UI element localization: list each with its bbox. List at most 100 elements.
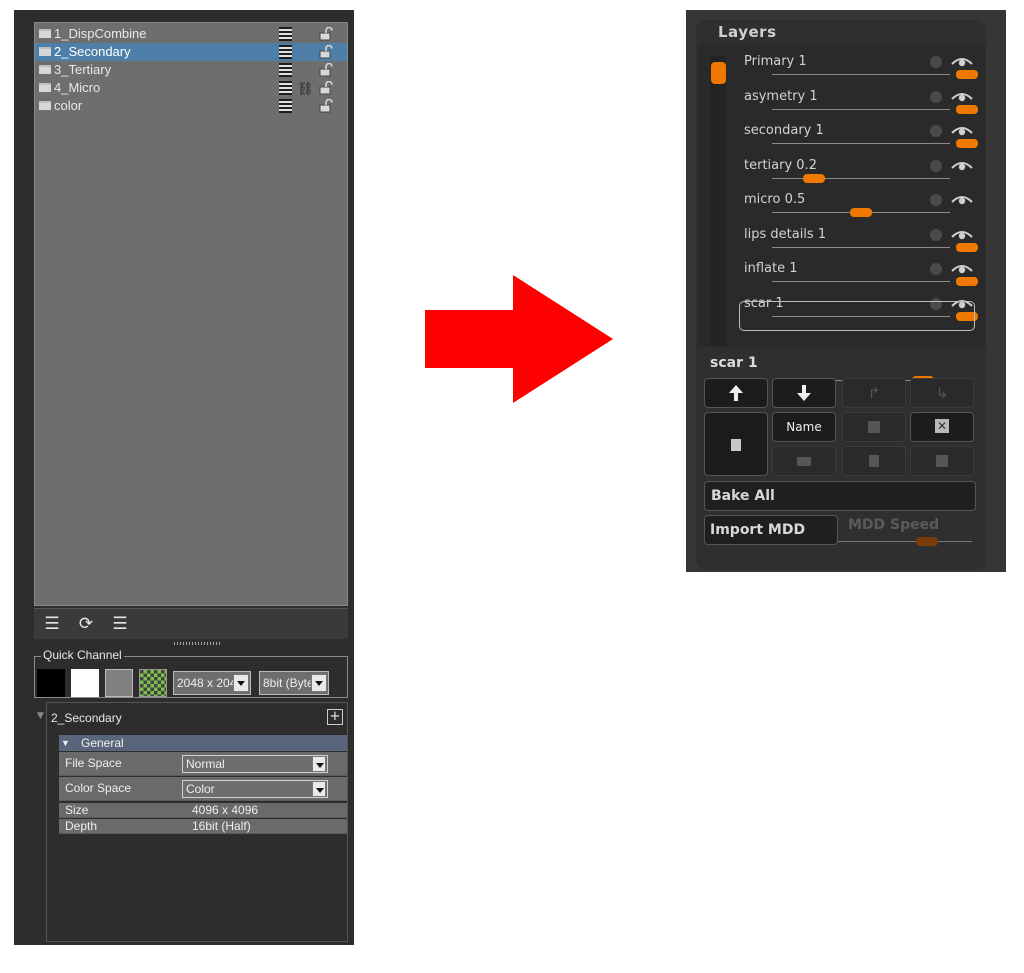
layer-strength-slider[interactable] — [772, 177, 950, 179]
layer-stack-icon[interactable] — [279, 27, 292, 41]
channel-row[interactable]: 2_Secondary — [35, 43, 347, 61]
unlock-icon[interactable] — [319, 81, 333, 95]
layer-slider-knob[interactable] — [850, 208, 872, 217]
layers-scroll-thumb[interactable] — [711, 62, 726, 84]
layer-name: secondary 1 — [744, 123, 824, 138]
layer-name: asymetry 1 — [744, 88, 818, 104]
layer-name: lips details 1 — [744, 226, 827, 242]
unlock-icon[interactable] — [319, 27, 333, 41]
refresh-icon[interactable]: ⟳ — [74, 613, 98, 635]
channel-row[interactable]: color — [35, 97, 347, 115]
selected-layer-outline — [739, 301, 975, 331]
layer-slider-knob[interactable] — [803, 173, 826, 183]
delete-layer-button[interactable]: ✕ — [910, 412, 974, 442]
transfer-button[interactable]: ↱ — [842, 378, 906, 408]
unlock-icon[interactable] — [319, 63, 333, 77]
channel-name: 2_Secondary — [54, 44, 131, 59]
swatch-white[interactable] — [71, 669, 99, 697]
import-mdd-button[interactable]: Import MDD — [704, 515, 838, 545]
color-space-select[interactable]: Color — [182, 780, 328, 798]
new-layer-button[interactable] — [704, 412, 768, 476]
layer-stack-icon[interactable] — [279, 81, 292, 95]
layer-slider-knob[interactable] — [956, 277, 978, 286]
layer-strength-slider[interactable] — [772, 143, 950, 144]
add-property-button[interactable]: + — [327, 709, 343, 725]
swatch-black[interactable] — [37, 669, 65, 697]
panel-resize-grip[interactable] — [174, 642, 220, 645]
split-icon — [797, 457, 811, 466]
layer-slider-knob[interactable] — [956, 70, 978, 79]
transfer-down-button[interactable]: ↳ — [910, 378, 974, 408]
channel-toolbar: ☰ ⟳ ☰ — [34, 608, 348, 639]
quick-channel-group: Quick Channel 2048 x 2048 8bit (Byte) — [34, 648, 348, 698]
layer-slider-knob[interactable] — [956, 139, 978, 148]
collapse-triangle-icon[interactable]: ▼ — [37, 711, 44, 721]
bit-depth-select[interactable]: 8bit (Byte) — [259, 671, 329, 695]
layer-slider-knob[interactable] — [956, 242, 978, 252]
unlock-icon[interactable] — [319, 99, 333, 113]
channel-name: 1_DispCombine — [54, 26, 147, 41]
record-dot-icon[interactable] — [930, 125, 942, 137]
remove-channel-icon[interactable]: ☰ — [108, 613, 132, 635]
channel-row[interactable]: 4_Micro ⛓ — [35, 79, 347, 97]
merge-down-button[interactable] — [842, 446, 906, 476]
arrow-down-icon — [797, 385, 811, 401]
depth-row: Depth 16bit (Half) — [59, 819, 347, 834]
checker-swatch-icon[interactable] — [139, 669, 167, 697]
channel-name: color — [54, 98, 83, 113]
swatch-gray[interactable] — [105, 669, 133, 697]
duplicate-icon — [868, 421, 880, 433]
folder-icon — [39, 83, 51, 92]
insert-button[interactable] — [910, 446, 974, 476]
eye-icon[interactable] — [950, 91, 974, 103]
channel-row[interactable]: 3_Tertiary — [35, 61, 347, 79]
unlock-icon[interactable] — [319, 45, 333, 59]
folder-icon — [39, 101, 51, 110]
layer-strength-slider[interactable] — [772, 74, 950, 75]
record-dot-icon[interactable] — [930, 194, 942, 206]
merge-icon — [869, 455, 879, 467]
layer-slider-knob[interactable] — [956, 104, 978, 114]
layer-stack-icon[interactable] — [279, 63, 292, 77]
eye-icon[interactable] — [950, 229, 974, 241]
general-section-header[interactable]: ▼ General — [59, 735, 347, 751]
channel-list[interactable]: 1_DispCombine 2_Secondary 3_Tertiary 4_Micr… — [34, 22, 348, 606]
mdd-speed-slider[interactable] — [838, 541, 972, 542]
eye-icon[interactable] — [950, 125, 974, 137]
name-button[interactable]: Name — [772, 412, 836, 442]
record-dot-icon[interactable] — [930, 56, 942, 68]
eye-icon[interactable] — [950, 194, 974, 206]
file-space-select[interactable]: Normal — [182, 755, 328, 773]
record-dot-icon[interactable] — [930, 228, 942, 241]
chevron-down-icon — [311, 674, 327, 692]
layer-strength-slider[interactable] — [772, 246, 950, 248]
mdd-speed-knob[interactable] — [916, 537, 938, 546]
insert-icon — [936, 455, 948, 467]
record-dot-icon[interactable] — [930, 263, 942, 275]
eye-icon[interactable] — [950, 160, 974, 172]
link-icon[interactable]: ⛓ — [297, 80, 314, 98]
eye-icon[interactable] — [950, 56, 974, 68]
eye-icon[interactable] — [950, 263, 974, 275]
layers-scrollbar[interactable] — [710, 56, 726, 346]
layer-strength-slider[interactable] — [772, 281, 950, 282]
expand-triangle-icon: ▼ — [61, 738, 70, 748]
resolution-select[interactable]: 2048 x 2048 — [173, 671, 251, 695]
move-up-button[interactable] — [704, 378, 768, 408]
channel-row[interactable]: 1_DispCombine — [35, 25, 347, 43]
move-down-button[interactable] — [772, 378, 836, 408]
split-button[interactable] — [772, 446, 836, 476]
layer-stack-icon[interactable] — [279, 99, 292, 113]
add-channel-icon[interactable]: ☰ — [40, 613, 64, 635]
layer-name: Primary 1 — [744, 54, 807, 69]
file-space-row: File Space Normal — [59, 752, 347, 776]
layers-title[interactable]: Layers — [718, 23, 777, 41]
close-icon: ✕ — [935, 419, 949, 433]
record-dot-icon[interactable] — [930, 90, 942, 103]
bake-all-button[interactable]: Bake All — [704, 481, 976, 511]
layer-stack-icon[interactable] — [279, 45, 292, 59]
layer-name: tertiary 0.2 — [744, 157, 817, 173]
record-dot-icon[interactable] — [930, 159, 942, 172]
duplicate-button[interactable] — [842, 412, 906, 442]
layer-strength-slider[interactable] — [772, 108, 950, 110]
